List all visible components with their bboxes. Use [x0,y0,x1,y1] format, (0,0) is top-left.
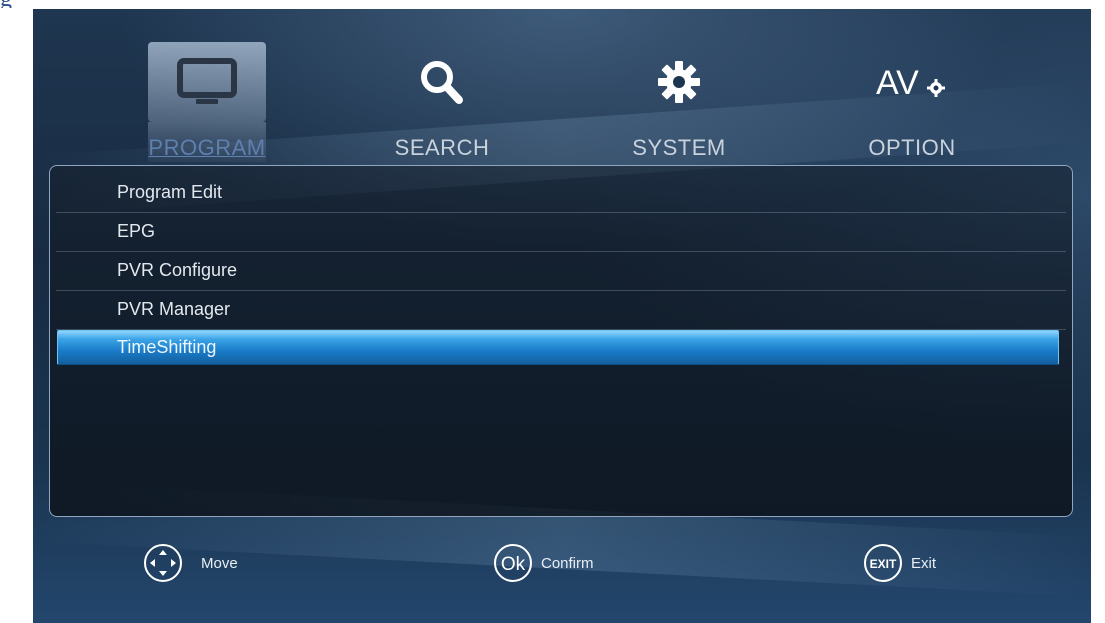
tab-option[interactable]: AV OPTION [853,42,971,164]
hint-confirm: Ok Confirm [493,543,594,583]
tv-monitor-icon [148,42,266,122]
menu-item-label: TimeShifting [117,337,217,357]
gear-icon [620,42,738,122]
menu-item-pvr-configure[interactable]: PVR Configure [56,252,1066,291]
tv-menu-screen: PROGRAM SEARCH SYSTEM AV OPTION Program … [33,9,1091,623]
page-caption: g [0,0,200,8]
exit-icon-text: EXIT [870,557,897,571]
tab-search[interactable]: SEARCH [383,42,501,164]
tab-program[interactable]: PROGRAM [148,42,266,164]
ok-button-icon: Ok [494,544,532,582]
av-icon-text: AV [876,64,919,102]
av-settings-icon: AV [853,42,971,122]
search-icon [383,42,501,122]
ok-icon-text: Ok [501,554,526,575]
hint-confirm-label: Confirm [541,554,594,572]
tab-option-label: OPTION [868,135,956,160]
menu-item-label: PVR Configure [117,260,238,280]
menu-item-label: PVR Manager [117,299,231,319]
top-tab-bar: PROGRAM SEARCH SYSTEM AV OPTION [33,9,1091,169]
hint-move-label: Move [201,554,238,572]
button-hints-bar: Move Ok Confirm EXIT Exit [33,529,1091,599]
hint-exit: EXIT Exit [863,543,936,583]
menu-item-program-edit[interactable]: Program Edit [56,174,1066,213]
menu-panel: Program Edit EPG PVR Configure PVR Manag… [49,165,1073,517]
menu-item-timeshifting[interactable]: TimeShifting [57,330,1059,365]
tab-system-label: SYSTEM [632,135,726,160]
dpad-icon [144,544,182,582]
tab-search-label: SEARCH [394,135,490,160]
tab-program-label: PROGRAM [148,135,266,160]
exit-button-icon: EXIT [864,544,902,582]
menu-item-label: EPG [117,221,156,241]
hint-exit-label: Exit [911,554,937,572]
menu-item-label: Program Edit [117,182,223,202]
hint-move: Move [143,543,238,583]
menu-item-pvr-manager[interactable]: PVR Manager [56,291,1066,330]
tab-system[interactable]: SYSTEM [620,42,738,164]
menu-item-epg[interactable]: EPG [56,213,1066,252]
